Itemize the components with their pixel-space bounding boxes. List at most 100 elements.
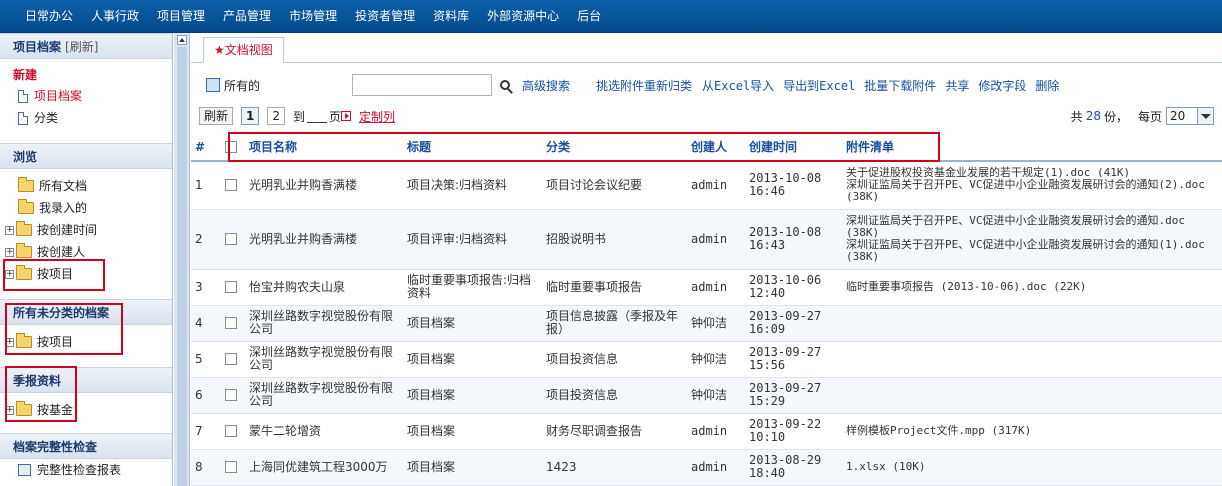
sidebar-item-by-create-time[interactable]: + 按创建时间 <box>0 219 172 241</box>
cell-select[interactable] <box>221 341 245 378</box>
col-header-created-time[interactable]: 创建时间 <box>745 133 842 162</box>
cell-attachments[interactable] <box>842 305 1222 342</box>
page-1-button[interactable]: 1 <box>241 107 260 125</box>
expand-icon[interactable]: + <box>5 247 14 257</box>
table-row[interactable]: 2 光明乳业并购香满楼 项目评审:归档资料 招股说明书 admin 2013-10-08 … <box>191 209 1222 270</box>
cell-select[interactable] <box>221 413 245 450</box>
cell-attachments[interactable]: 1.xlsx (10K) <box>842 449 1222 486</box>
nav-daily-office[interactable]: 日常办公 <box>16 0 82 33</box>
col-header-category[interactable]: 分类 <box>542 133 687 162</box>
import-excel-link[interactable]: 从Excel导入 <box>702 77 774 94</box>
nav-hr-admin[interactable]: 人事行政 <box>82 0 148 33</box>
col-header-project-name[interactable]: 项目名称 <box>245 133 403 162</box>
search-input[interactable] <box>352 74 493 96</box>
col-header-attachments[interactable]: 附件清单 <box>842 133 1222 162</box>
row-checkbox[interactable] <box>225 179 237 192</box>
scroll-thumb[interactable] <box>177 47 187 486</box>
cell-project-name[interactable]: 光明乳业并购香满楼 <box>245 161 403 210</box>
cell-category: 项目信息披露（季报及年报） <box>542 305 687 342</box>
edit-fields-link[interactable]: 修改字段 <box>978 77 1026 94</box>
cell-select[interactable] <box>221 377 245 414</box>
cell-project-name[interactable]: 蒙牛二轮增资 <box>245 413 403 450</box>
cell-title[interactable]: 项目档案 <box>403 449 542 486</box>
cell-project-name[interactable]: 上海同优建筑工程3000万 <box>245 449 403 486</box>
scope-label[interactable]: 所有的 <box>224 77 260 94</box>
cell-attachments[interactable] <box>842 341 1222 378</box>
table-row[interactable]: 7 蒙牛二轮增资 项目档案 财务尽职调查报告 admin 2013-09-22 10:10… <box>191 413 1222 450</box>
sidebar-item-new-category[interactable]: 分类 <box>0 107 172 129</box>
row-checkbox[interactable] <box>225 461 237 473</box>
cell-attachments[interactable]: 样例模板Project文件.mpp (317K) <box>842 413 1222 450</box>
batch-download-link[interactable]: 批量下载附件 <box>864 77 936 94</box>
table-row[interactable]: 6 深圳丝路数字视觉股份有限公司 项目档案 项目投资信息 钟仰洁 2013-09-27 1… <box>191 377 1222 414</box>
table-row[interactable]: 8 上海同优建筑工程3000万 项目档案 1423 admin 2013-08-29 18… <box>191 449 1222 486</box>
col-header-title[interactable]: 标题 <box>403 133 542 162</box>
cell-title[interactable]: 临时重要事项报告:归档资料 <box>403 269 542 306</box>
row-checkbox[interactable] <box>225 389 237 401</box>
nav-project-management[interactable]: 项目管理 <box>148 0 214 33</box>
cell-select[interactable] <box>221 161 245 210</box>
browse-section-header: 浏览 <box>0 143 172 169</box>
row-checkbox[interactable] <box>225 425 237 437</box>
sidebar-item-integrity-report[interactable]: 完整性检查报表 <box>0 459 172 481</box>
cell-title[interactable]: 项目评审:归档资料 <box>403 209 542 270</box>
custom-columns-link[interactable]: 定制列 <box>359 108 395 125</box>
nav-backend[interactable]: 后台 <box>568 0 610 33</box>
table-row[interactable]: 5 深圳丝路数字视觉股份有限公司 项目档案 项目投资信息 钟仰洁 2013-09-27 1… <box>191 341 1222 378</box>
export-excel-link[interactable]: 导出到Excel <box>783 77 855 94</box>
share-link[interactable]: 共享 <box>945 77 969 94</box>
cell-select[interactable] <box>221 449 245 486</box>
sidebar-scrollbar[interactable] <box>174 33 190 486</box>
nav-library[interactable]: 资料库 <box>424 0 478 33</box>
col-header-creator[interactable]: 创建人 <box>687 133 745 162</box>
sidebar-item-my-entries[interactable]: 我录入的 <box>0 197 172 219</box>
cell-select[interactable] <box>221 269 245 306</box>
nav-product-management[interactable]: 产品管理 <box>214 0 280 33</box>
sidebar-refresh-link[interactable]: [刷新] <box>65 40 98 54</box>
nav-investor-management[interactable]: 投资者管理 <box>346 0 424 33</box>
sidebar-item-all-docs[interactable]: 所有文档 <box>0 175 172 197</box>
cell-attachments[interactable]: 关于促进股权投资基金业发展的若干规定(1).doc (41K) 深圳证监局关于召… <box>842 161 1222 210</box>
sidebar-item-new-project-archive[interactable]: 项目档案 <box>0 85 172 107</box>
cell-project-name[interactable]: 深圳丝路数字视觉股份有限公司 <box>245 305 403 342</box>
table-row[interactable]: 1 光明乳业并购香满楼 项目决策:归档资料 项目讨论会议纪要 admin 2013-10-… <box>191 161 1222 210</box>
cell-title[interactable]: 项目档案 <box>403 413 542 450</box>
delete-link[interactable]: 删除 <box>1035 77 1059 94</box>
search-icon[interactable] <box>500 80 511 90</box>
nav-external-resources[interactable]: 外部资源中心 <box>478 0 568 33</box>
per-page-select[interactable]: 20 <box>1166 107 1214 125</box>
select-all-checkbox[interactable] <box>225 141 237 153</box>
scroll-up-icon[interactable] <box>177 35 187 45</box>
cell-title[interactable]: 项目档案 <box>403 305 542 342</box>
goto-page-input[interactable] <box>307 109 328 123</box>
cell-attachments[interactable]: 深圳证监局关于召开PE、VC促进中小企业融资发展研讨会的通知.doc (38K)… <box>842 209 1222 270</box>
tab-document-view[interactable]: ★文档视图 <box>203 37 284 63</box>
table-row[interactable]: 4 深圳丝路数字视觉股份有限公司 项目档案 项目信息披露（季报及年报） 钟仰洁 2013-… <box>191 305 1222 342</box>
sidebar-item-label: 完整性检查报表 <box>37 463 122 477</box>
cell-select[interactable] <box>221 305 245 342</box>
row-checkbox[interactable] <box>225 233 237 245</box>
advanced-search-link[interactable]: 高级搜索 <box>522 77 570 94</box>
cell-project-name[interactable]: 怡宝并购农夫山泉 <box>245 269 403 306</box>
page-2-button[interactable]: 2 <box>267 107 286 125</box>
expand-icon[interactable]: + <box>5 225 14 235</box>
reclassify-attachments-link[interactable]: 挑选附件重新归类 <box>596 77 692 94</box>
cell-project-name[interactable]: 深圳丝路数字视觉股份有限公司 <box>245 341 403 378</box>
goto-arrow-icon[interactable] <box>341 111 352 121</box>
cell-attachments[interactable] <box>842 377 1222 414</box>
cell-project-name[interactable]: 深圳丝路数字视觉股份有限公司 <box>245 377 403 414</box>
refresh-button[interactable]: 刷新 <box>199 107 234 125</box>
cell-project-name[interactable]: 光明乳业并购香满楼 <box>245 209 403 270</box>
row-checkbox[interactable] <box>225 317 237 329</box>
cell-title[interactable]: 项目档案 <box>403 377 542 414</box>
cell-created-time: 2013-09-27 15:29 <box>745 377 842 414</box>
chevron-down-icon[interactable] <box>1197 108 1213 124</box>
cell-select[interactable] <box>221 209 245 270</box>
row-checkbox[interactable] <box>225 281 237 293</box>
table-row[interactable]: 3 怡宝并购农夫山泉 临时重要事项报告:归档资料 临时重要事项报告 admin 2013-… <box>191 269 1222 306</box>
cell-title[interactable]: 项目决策:归档资料 <box>403 161 542 210</box>
cell-attachments[interactable]: 临时重要事项报告 (2013-10-06).doc (22K) <box>842 269 1222 306</box>
cell-title[interactable]: 项目档案 <box>403 341 542 378</box>
nav-market-management[interactable]: 市场管理 <box>280 0 346 33</box>
row-checkbox[interactable] <box>225 353 237 365</box>
